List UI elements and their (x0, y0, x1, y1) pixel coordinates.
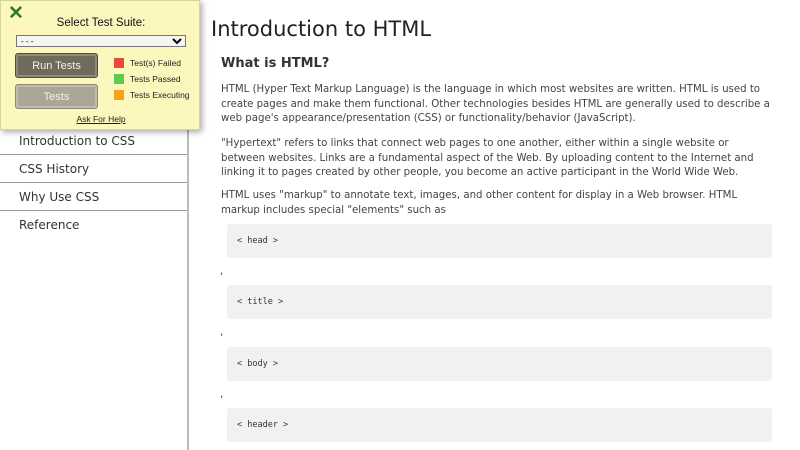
code-example-header: < header > (227, 408, 772, 442)
select-test-suite-label: Select Test Suite: (56, 17, 146, 29)
run-tests-button[interactable]: Run Tests (15, 53, 98, 78)
sidebar-item-css-history[interactable]: CSS History (0, 156, 187, 183)
section-heading: What is HTML? (221, 56, 330, 71)
paragraph-what-is-html: HTML (Hyper Text Markup Language) is the… (221, 84, 770, 125)
paragraph-hypertext: "Hypertext" refers to links that connect… (221, 138, 754, 179)
code-example-body: < body > (227, 347, 772, 381)
code-example-head: < head > (227, 224, 772, 258)
list-separator: , (220, 327, 224, 338)
failed-status-swatch (114, 58, 124, 68)
sidebar-item-introduction-to-css[interactable]: Introduction to CSS (0, 128, 187, 155)
list-separator: , (220, 389, 224, 400)
executing-status-swatch (114, 90, 124, 100)
code-example-title: < title > (227, 285, 772, 319)
passed-status-swatch (114, 74, 124, 84)
tests-button[interactable]: Tests (15, 84, 98, 109)
legend-executing-label: Tests Executing (130, 90, 190, 100)
page-title: Introduction to HTML (211, 17, 432, 41)
test-suite-select[interactable]: - - - (16, 35, 186, 47)
sidebar-item-why-use-css[interactable]: Why Use CSS (0, 184, 187, 211)
test-suite-panel: ✕ Select Test Suite: - - - Run Tests Tes… (0, 0, 200, 130)
list-separator: , (220, 266, 224, 277)
main-content: Introduction to HTML What is HTML? HTML … (189, 0, 800, 450)
legend-failed-label: Test(s) Failed (130, 58, 182, 68)
paragraph-markup: HTML uses "markup" to annotate text, ima… (221, 190, 738, 216)
legend-passed-label: Tests Passed (130, 74, 181, 84)
ask-for-help-link[interactable]: Ask For Help (1, 114, 201, 124)
sidebar-item-reference[interactable]: Reference (0, 212, 187, 239)
